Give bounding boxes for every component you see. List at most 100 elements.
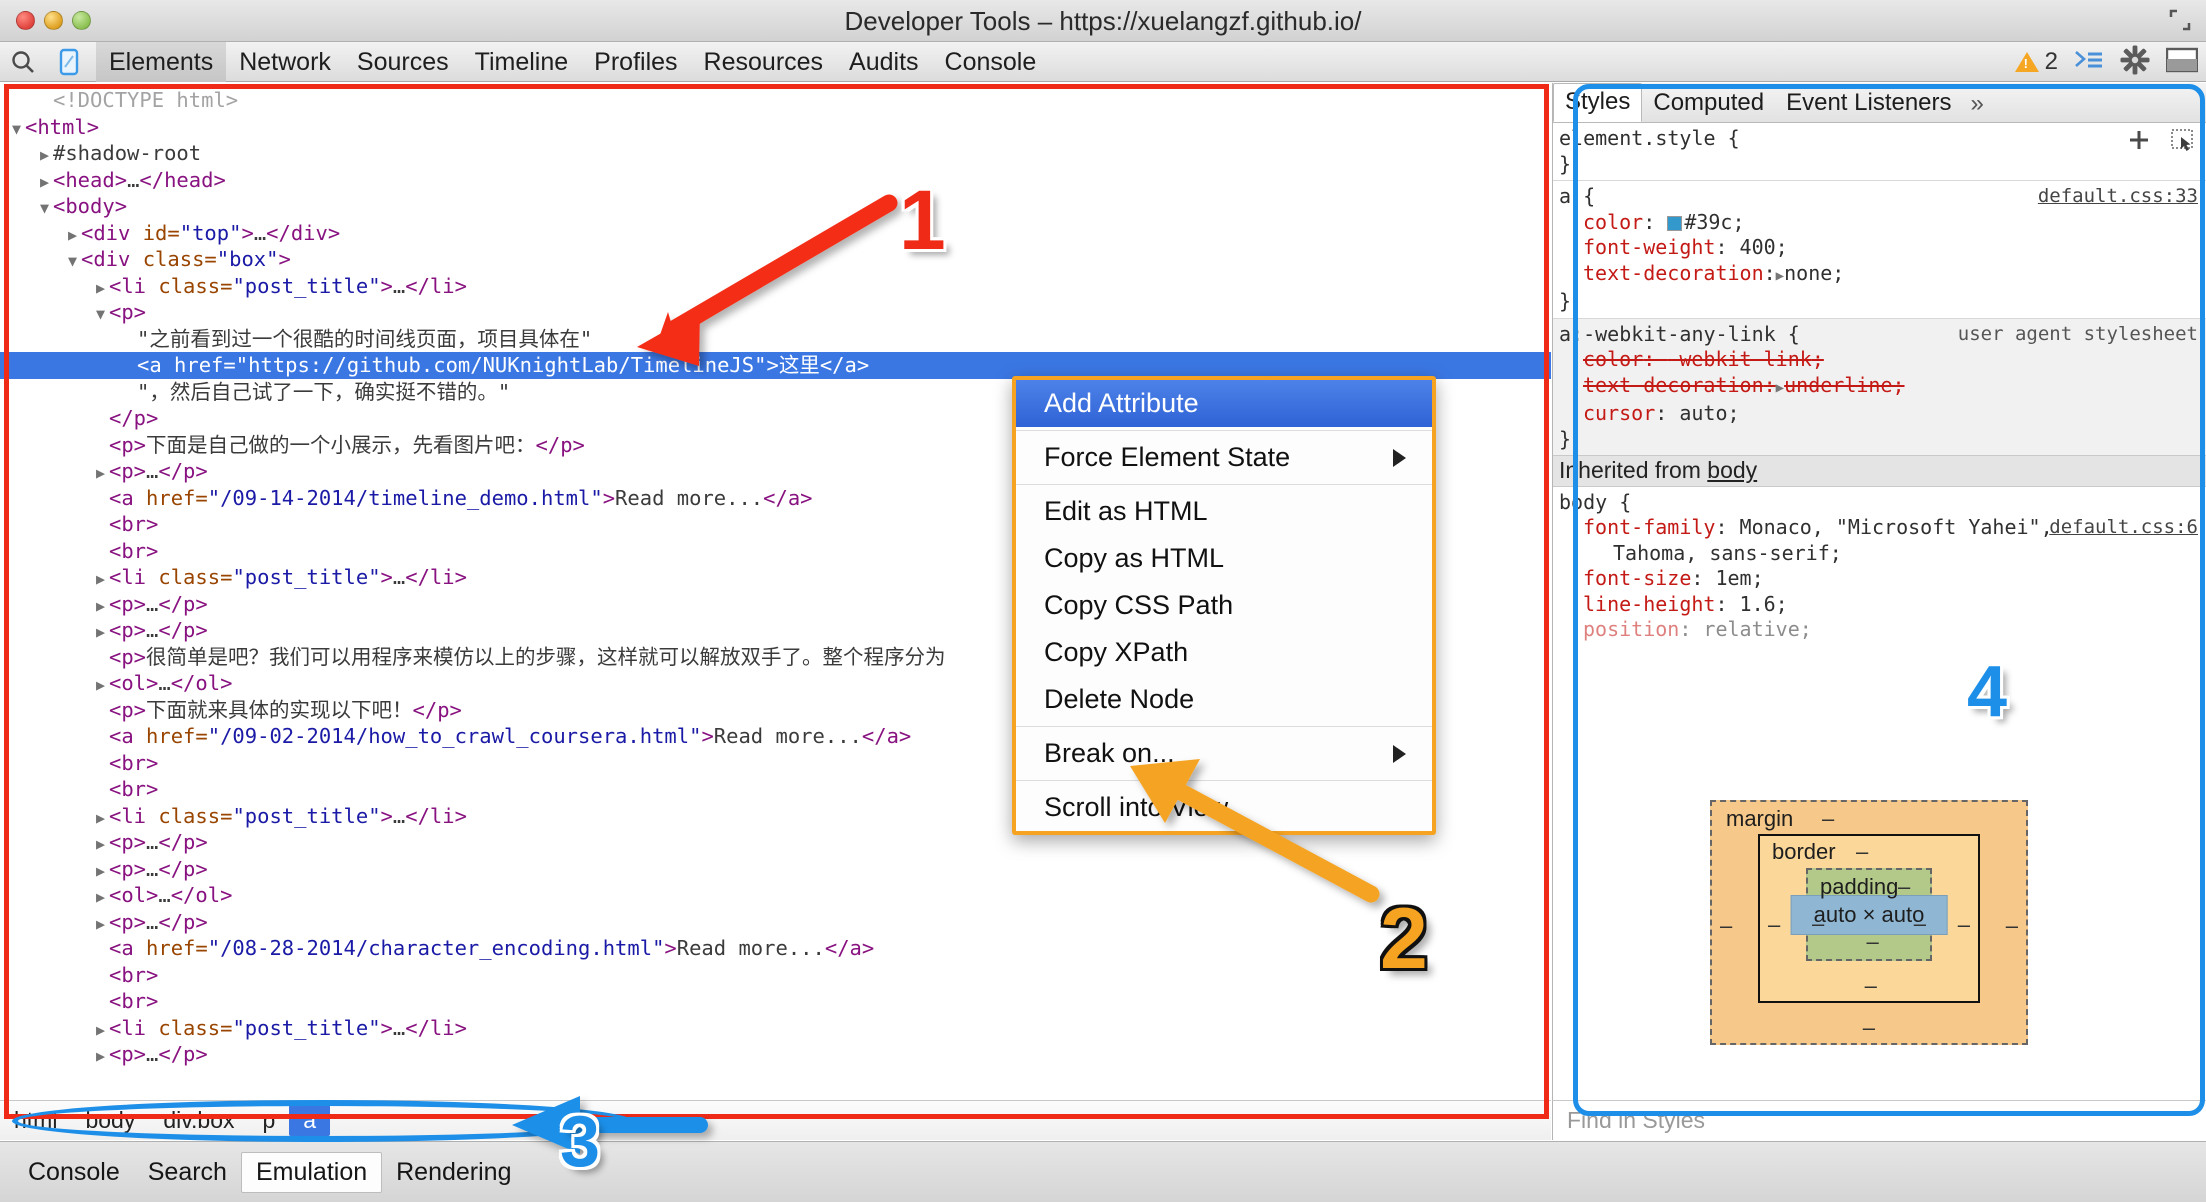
expand-arrow-icon-2[interactable]: ▶ <box>1776 376 1784 402</box>
dom-node-row[interactable]: <p>…</p> <box>0 856 1551 883</box>
breadcrumb-item-body[interactable]: body <box>71 1105 149 1136</box>
prop-ua-cursor[interactable]: cursor: auto; <box>1553 401 2206 427</box>
inherited-source-link[interactable]: body <box>1707 457 1757 483</box>
context-menu[interactable]: Add AttributeForce Element StateEdit as … <box>1012 376 1436 835</box>
prop-color-value[interactable]: #39c <box>1684 210 1732 234</box>
context-menu-item-scroll-into-view[interactable]: Scroll into View <box>1016 784 1432 831</box>
context-menu-item-copy-xpath[interactable]: Copy XPath <box>1016 629 1432 676</box>
bottom-drawer-tabs[interactable]: Console Search Emulation Rendering <box>0 1141 2206 1202</box>
find-in-styles-input[interactable]: Find in Styles <box>1552 1100 2206 1140</box>
styles-rules-list[interactable]: element.style { } a { default.css:33 col… <box>1553 123 2206 646</box>
padding-left-value[interactable]: – <box>1812 911 1824 937</box>
tab-styles[interactable]: Styles <box>1553 83 1642 122</box>
margin-top-value[interactable]: – <box>1822 806 1834 832</box>
breadcrumb-item-a[interactable]: a <box>289 1105 330 1136</box>
twisty-closed-icon[interactable] <box>92 619 109 646</box>
box-model-diagram[interactable]: auto × auto padding – – – – border – – –… <box>1710 800 2028 1045</box>
gear-icon[interactable] <box>2120 45 2150 80</box>
styles-tab-strip[interactable]: Styles Computed Event Listeners » <box>1553 83 2206 123</box>
tab-audits[interactable]: Audits <box>836 42 931 82</box>
dom-node-row[interactable]: <br> <box>0 962 1551 989</box>
border-right-value[interactable]: – <box>1958 912 1970 938</box>
twisty-closed-icon[interactable] <box>92 593 109 620</box>
tab-computed[interactable]: Computed <box>1642 85 1775 122</box>
context-menu-item-break-on[interactable]: Break on... <box>1016 730 1432 777</box>
prop-ua-text-decoration-value[interactable]: underline <box>1784 373 1892 397</box>
twisty-closed-icon[interactable] <box>92 1017 109 1044</box>
tab-resources[interactable]: Resources <box>691 42 837 82</box>
twisty-closed-icon[interactable] <box>36 142 53 169</box>
prop-line-height-value[interactable]: 1.6 <box>1740 592 1776 616</box>
twisty-closed-icon[interactable] <box>92 460 109 487</box>
drawer-tab-console[interactable]: Console <box>14 1153 134 1192</box>
padding-right-value[interactable]: – <box>1914 911 1926 937</box>
search-icon[interactable] <box>0 42 46 82</box>
prop-ua-color-value[interactable]: -webkit-link <box>1667 347 1812 371</box>
twisty-closed-icon[interactable] <box>92 566 109 593</box>
box-model-margin[interactable]: auto × auto padding – – – – border – – –… <box>1710 800 2028 1045</box>
margin-right-value[interactable]: – <box>2006 913 2018 939</box>
prop-text-decoration-value[interactable]: none <box>1784 261 1832 285</box>
tab-network[interactable]: Network <box>226 42 344 82</box>
box-model-border[interactable]: auto × auto padding – – – – border – – –… <box>1758 834 1980 1003</box>
element-state-icon[interactable] <box>2170 128 2196 159</box>
styles-actions[interactable] <box>2126 127 2196 160</box>
dom-node-row[interactable]: <a href="/08-28-2014/character_encoding.… <box>0 935 1551 962</box>
twisty-open-icon[interactable] <box>8 116 25 143</box>
console-drawer-icon[interactable] <box>2074 48 2104 77</box>
dom-node-row[interactable]: <p>…</p> <box>0 909 1551 936</box>
element-style-rule[interactable]: element.style { } <box>1553 123 2206 180</box>
twisty-closed-icon[interactable] <box>92 911 109 938</box>
twisty-closed-icon[interactable] <box>92 672 109 699</box>
more-tabs-icon[interactable]: » <box>1963 86 1992 122</box>
prop-ua-color[interactable]: color: -webkit-link; <box>1553 347 2206 373</box>
twisty-closed-icon[interactable] <box>92 884 109 911</box>
color-swatch[interactable] <box>1667 216 1682 231</box>
dom-node-row[interactable]: <ol>…</ol> <box>0 882 1551 909</box>
twisty-open-icon[interactable] <box>64 248 81 275</box>
prop-ua-text-decoration[interactable]: text-decoration:▶underline; <box>1553 373 2206 402</box>
margin-left-value[interactable]: – <box>1720 913 1732 939</box>
tab-elements[interactable]: Elements <box>96 42 226 82</box>
dom-node-row[interactable]: <div class="box"> <box>0 246 1551 273</box>
panel-tabs[interactable]: Elements Network Sources Timeline Profil… <box>96 42 1049 82</box>
rule-body[interactable]: body { default.css:6 font-family: Monaco… <box>1553 487 2206 646</box>
prop-color[interactable]: color: #39c; <box>1553 210 2206 236</box>
border-left-value[interactable]: – <box>1768 912 1780 938</box>
expand-arrow-icon[interactable]: ▶ <box>1776 264 1784 290</box>
dom-node-row[interactable]: <body> <box>0 193 1551 220</box>
dom-node-row[interactable]: #shadow-root <box>0 140 1551 167</box>
prop-line-height[interactable]: line-height: 1.6; <box>1553 592 2206 618</box>
dom-node-row[interactable]: <li class="post_title">…</li> <box>0 273 1551 300</box>
rule-a[interactable]: a { default.css:33 color: #39c; font-wei… <box>1553 180 2206 318</box>
prop-font-size-value[interactable]: 1em <box>1715 566 1751 590</box>
breadcrumb[interactable]: htmlbodydiv.boxpa <box>0 1100 1551 1140</box>
tab-event-listeners[interactable]: Event Listeners <box>1775 85 1962 122</box>
expand-icon[interactable] <box>2168 8 2192 32</box>
twisty-closed-icon[interactable] <box>92 275 109 302</box>
rule-body-source[interactable]: default.css:6 <box>2049 515 2198 541</box>
prop-font-weight[interactable]: font-weight: 400; <box>1553 235 2206 261</box>
padding-bottom-value[interactable]: – <box>1867 929 1879 955</box>
dom-node-row-selected[interactable]: <a href="https://github.com/NUKnightLab/… <box>0 352 1551 379</box>
drawer-tab-emulation[interactable]: Emulation <box>241 1152 382 1193</box>
twisty-open-icon[interactable] <box>92 301 109 328</box>
context-menu-item-add-attribute[interactable]: Add Attribute <box>1016 380 1432 427</box>
dom-node-row[interactable]: <li class="post_title">…</li> <box>0 1015 1551 1042</box>
dom-node-row[interactable]: <!DOCTYPE html> <box>0 87 1551 114</box>
twisty-closed-icon[interactable] <box>92 858 109 885</box>
prop-text-decoration[interactable]: text-decoration:▶none; <box>1553 261 2206 290</box>
tab-console[interactable]: Console <box>932 42 1050 82</box>
tab-timeline[interactable]: Timeline <box>462 42 582 82</box>
warning-badge[interactable]: 2 <box>2015 48 2058 76</box>
dom-node-row[interactable]: <p>…</p> <box>0 1041 1551 1068</box>
dom-node-row[interactable]: <p> <box>0 299 1551 326</box>
twisty-closed-icon[interactable] <box>92 805 109 832</box>
dock-icon[interactable] <box>2166 47 2198 78</box>
context-menu-item-copy-css-path[interactable]: Copy CSS Path <box>1016 582 1432 629</box>
prop-position[interactable]: position: relative; <box>1553 617 2206 643</box>
drawer-tab-rendering[interactable]: Rendering <box>382 1153 525 1192</box>
twisty-closed-icon[interactable] <box>36 169 53 196</box>
context-menu-item-force-element-state[interactable]: Force Element State <box>1016 434 1432 481</box>
dom-node-row[interactable]: <head>…</head> <box>0 167 1551 194</box>
